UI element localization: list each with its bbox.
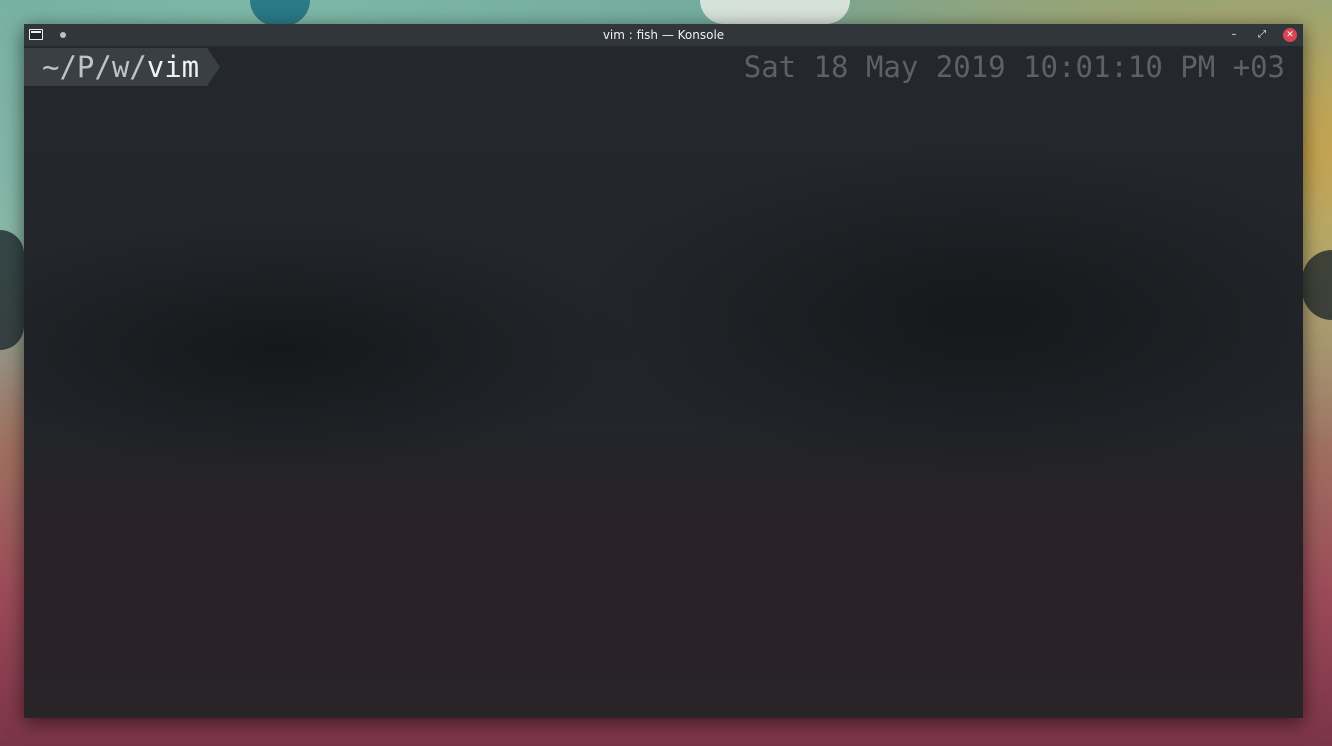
wallpaper-shape-right (1302, 250, 1332, 320)
window-titlebar[interactable]: vim : fish — Konsole – ⤢ ✕ (24, 24, 1303, 46)
maximize-button[interactable]: ⤢ (1255, 28, 1269, 42)
prompt-datetime: Sat 18 May 2019 10:01:10 PM +03 (743, 50, 1285, 84)
wallpaper-shape-white (700, 0, 850, 24)
terminal-area[interactable]: ~/P/w/vim Sat 18 May 2019 10:01:10 PM +0… (24, 46, 1303, 718)
wallpaper-shape-teal (250, 0, 310, 26)
wallpaper-shape-left (0, 230, 24, 350)
prompt-path-segment: ~/P/w/vim (24, 48, 221, 86)
minimize-button[interactable]: – (1227, 28, 1241, 42)
prompt-path-current: vim (146, 50, 200, 84)
prompt-path: ~/P/w/vim (24, 48, 208, 86)
konsole-window: vim : fish — Konsole – ⤢ ✕ ~/P/w/vim Sat… (24, 24, 1303, 718)
window-title: vim : fish — Konsole (602, 28, 725, 42)
close-button[interactable]: ✕ (1283, 28, 1297, 42)
prompt-path-prefix: ~/P/w/ (42, 50, 147, 84)
prompt-arrow (207, 48, 221, 86)
